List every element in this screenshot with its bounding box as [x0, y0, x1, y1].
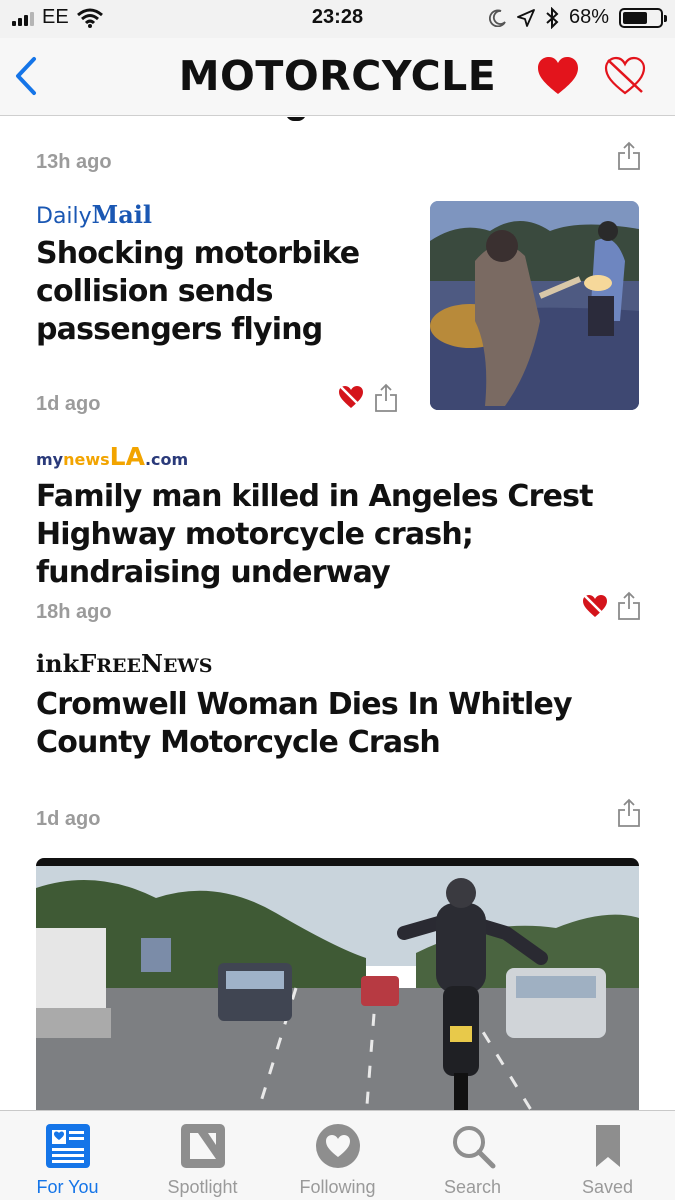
previous-headline-fragment	[36, 117, 336, 121]
article-hero-image[interactable]	[36, 858, 639, 1110]
article-headline[interactable]: Cromwell Woman Dies In Whitley County Mo…	[36, 686, 646, 762]
nav-bar: MOTORCYCLE	[0, 38, 675, 116]
source-logo-mynewsla: mynewsLA.com	[36, 442, 189, 471]
location-arrow-icon	[517, 8, 535, 27]
tab-label: Spotlight	[167, 1177, 238, 1197]
moon-icon	[488, 9, 506, 27]
battery-fill	[623, 11, 648, 24]
tab-label: Following	[299, 1177, 376, 1197]
article-headline[interactable]: Shocking motorbike collision sends passe…	[36, 235, 416, 349]
heart-broken-icon	[604, 56, 646, 95]
bluetooth-icon	[546, 6, 559, 29]
bookmark-icon	[596, 1125, 620, 1167]
hero-image-motorway-rider	[36, 858, 639, 1110]
tab-saved[interactable]: Saved	[540, 1111, 675, 1200]
tab-bar: For You Spotlight Following Search Saved	[0, 1110, 675, 1200]
heart-filled-icon	[538, 57, 578, 94]
share-icon[interactable]	[617, 798, 641, 828]
article-time: 13h ago	[36, 151, 112, 173]
article-time: 1d ago	[36, 393, 101, 415]
dislike-heart-icon[interactable]	[582, 594, 608, 618]
tab-spotlight[interactable]: Spotlight	[135, 1111, 270, 1200]
thumbnail-image-motorbike-collision	[430, 201, 639, 410]
news-feed[interactable]: 13h ago DailyMail Shocking motorbike col…	[0, 117, 675, 1110]
battery-percent: 68%	[568, 6, 609, 28]
tab-search[interactable]: Search	[405, 1111, 540, 1200]
tab-label: Search	[443, 1177, 502, 1197]
search-icon	[453, 1126, 496, 1169]
source-logo-daily-mail: DailyMail	[36, 200, 153, 229]
dislike-heart-icon[interactable]	[338, 385, 364, 409]
article-time: 18h ago	[36, 601, 112, 623]
source-logo-inkfreenews: inkFREENEWS	[36, 649, 213, 678]
article-time: 1d ago	[36, 808, 101, 830]
tab-following[interactable]: Following	[270, 1111, 405, 1200]
share-icon[interactable]	[617, 591, 641, 621]
article-thumbnail[interactable]	[430, 201, 639, 410]
favorite-button[interactable]	[536, 56, 580, 96]
share-icon[interactable]	[374, 383, 398, 413]
status-bar: EE 23:28 68%	[0, 0, 675, 38]
spotlight-icon	[181, 1124, 225, 1168]
unfavorite-button[interactable]	[603, 56, 647, 96]
battery-icon	[619, 7, 667, 28]
tab-label: Saved	[581, 1177, 634, 1197]
newspaper-icon	[46, 1124, 90, 1168]
status-right: 68%	[488, 6, 667, 29]
tab-label: For You	[36, 1177, 99, 1197]
share-icon[interactable]	[617, 141, 641, 171]
article-headline[interactable]: Family man killed in Angeles Crest Highw…	[36, 478, 646, 592]
heart-circle-icon	[316, 1124, 360, 1168]
tab-for-you[interactable]: For You	[0, 1111, 135, 1200]
